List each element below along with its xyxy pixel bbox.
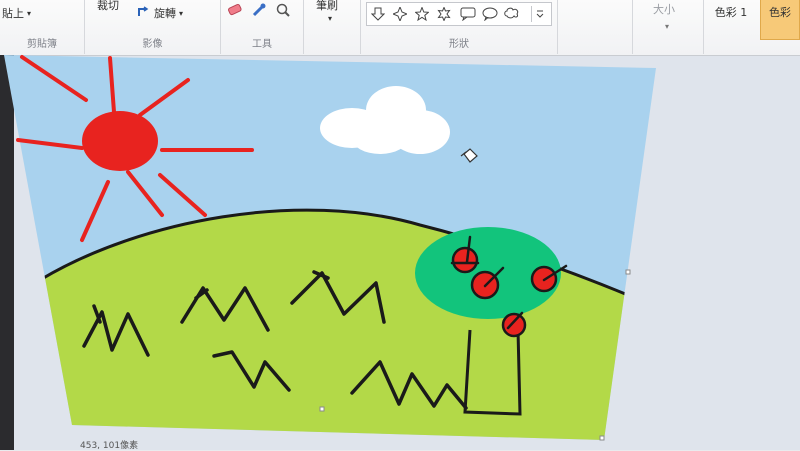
status-coordinates: 453, 101像素	[80, 441, 139, 451]
apple	[501, 311, 527, 338]
drawing-canvas[interactable]	[0, 0, 800, 450]
sun	[82, 111, 158, 171]
